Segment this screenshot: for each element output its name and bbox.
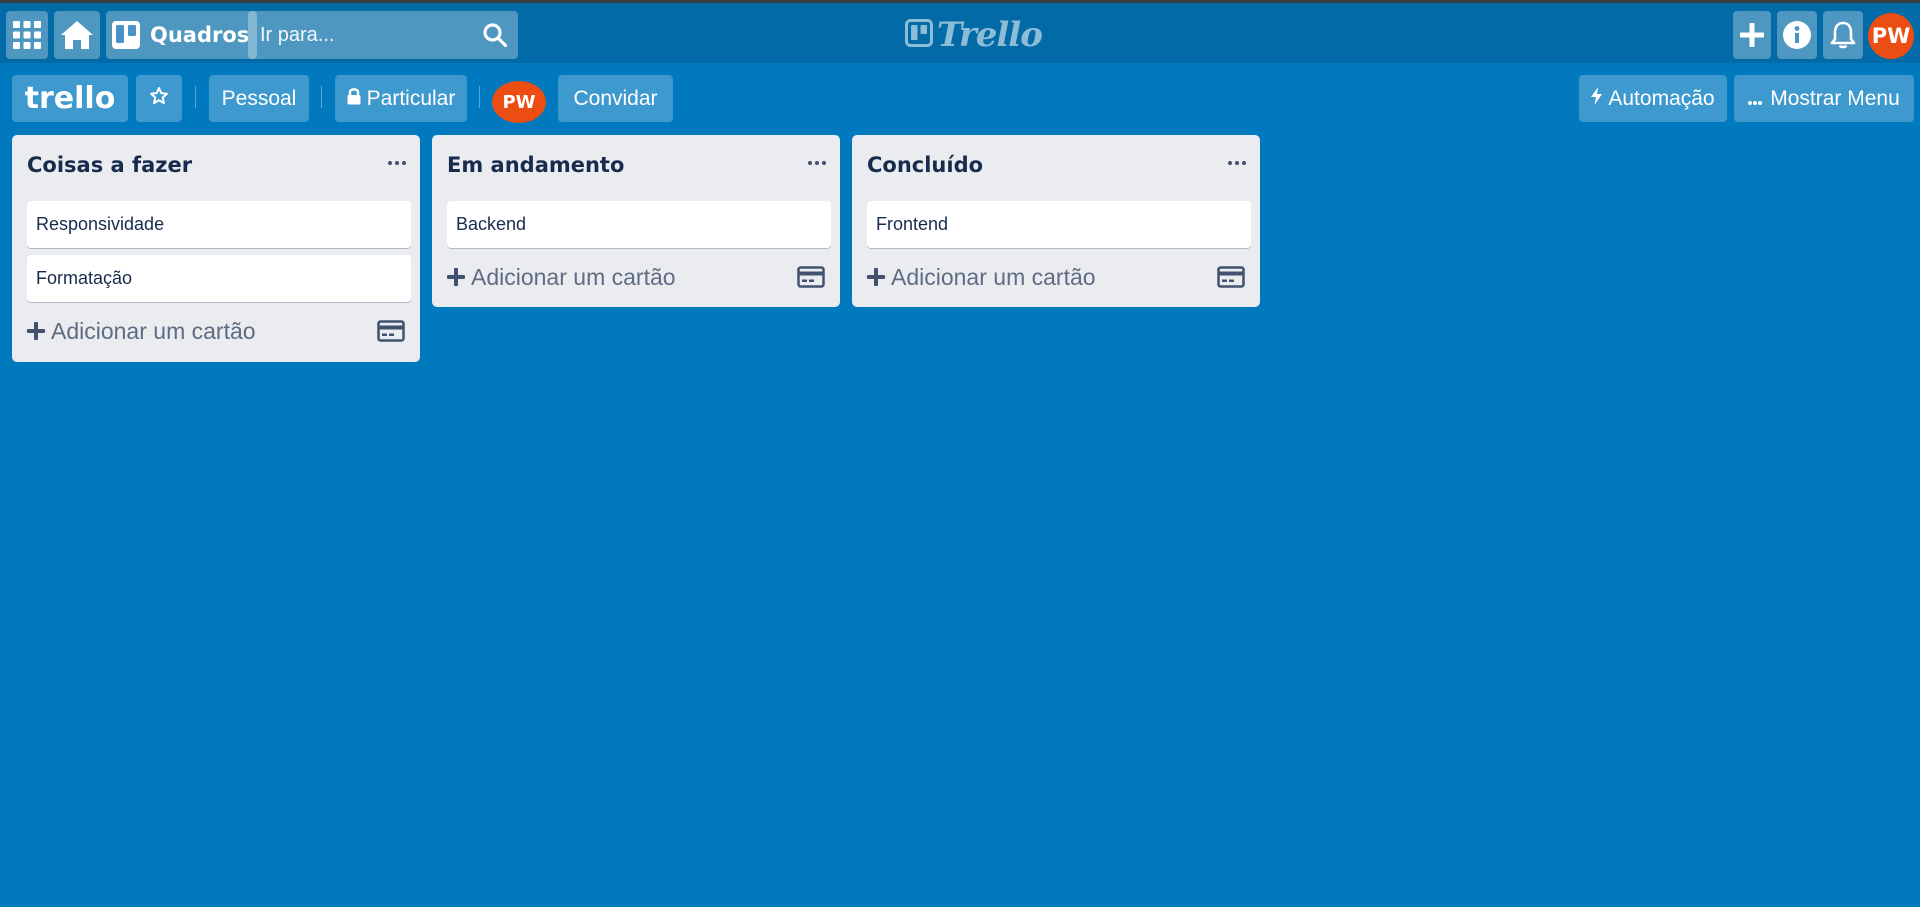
trello-logo-text: Trello: [937, 15, 1043, 55]
list-menu-button[interactable]: [1228, 161, 1246, 165]
plus-icon: [1739, 22, 1765, 48]
team-button[interactable]: Pessoal: [209, 75, 309, 122]
boards-icon: [112, 21, 140, 49]
show-menu-button[interactable]: Mostrar Menu: [1734, 75, 1914, 122]
add-card-label: Adicionar um cartão: [51, 317, 256, 344]
header-divider: [321, 86, 322, 108]
card[interactable]: Backend: [447, 201, 831, 248]
boards-button[interactable]: Quadros: [106, 11, 258, 59]
home-icon: [60, 20, 94, 50]
list-coisas-a-fazer: Coisas a fazer Responsividade Formatação…: [12, 135, 420, 362]
search-box[interactable]: [248, 11, 518, 59]
visibility-button[interactable]: Particular: [335, 75, 467, 122]
home-button[interactable]: [54, 11, 100, 59]
show-menu-label: Mostrar Menu: [1770, 86, 1900, 110]
star-icon: [149, 86, 169, 112]
info-button[interactable]: [1777, 11, 1817, 59]
user-avatar[interactable]: PW: [1868, 13, 1914, 59]
card-template-icon[interactable]: [1217, 266, 1245, 294]
plus-icon: [447, 268, 465, 286]
trello-logo[interactable]: Trello: [905, 15, 1043, 55]
apps-grid-button[interactable]: [6, 11, 48, 59]
card[interactable]: Formatação: [27, 255, 411, 302]
bell-icon: [1828, 20, 1858, 50]
lightning-icon: [1591, 86, 1603, 111]
header-divider: [479, 86, 480, 108]
list-title[interactable]: Coisas a fazer: [27, 153, 192, 177]
plus-icon: [867, 268, 885, 286]
add-card-button[interactable]: Adicionar um cartão: [27, 311, 411, 351]
board-title[interactable]: trello: [12, 75, 128, 122]
member-avatar[interactable]: PW: [492, 81, 546, 123]
apps-grid-icon: [12, 20, 42, 50]
notifications-button[interactable]: [1823, 11, 1863, 59]
add-card-button[interactable]: Adicionar um cartão: [447, 257, 831, 297]
plus-icon: [27, 322, 45, 340]
list-title[interactable]: Em andamento: [447, 153, 624, 177]
automation-label: Automação: [1608, 86, 1715, 110]
card[interactable]: Responsividade: [27, 201, 411, 248]
info-icon: [1782, 20, 1812, 50]
visibility-label: Particular: [366, 86, 456, 110]
card[interactable]: Frontend: [867, 201, 1251, 248]
boards-label: Quadros: [150, 23, 250, 47]
add-card-label: Adicionar um cartão: [471, 263, 676, 290]
list-menu-button[interactable]: [388, 161, 406, 165]
add-card-label: Adicionar um cartão: [891, 263, 1096, 290]
list-em-andamento: Em andamento Backend Adicionar um cartão: [432, 135, 840, 307]
trello-logo-icon: [905, 18, 933, 52]
add-card-button[interactable]: Adicionar um cartão: [867, 257, 1251, 297]
card-template-icon[interactable]: [377, 320, 405, 348]
create-button[interactable]: [1733, 11, 1771, 59]
list-title[interactable]: Concluído: [867, 153, 983, 177]
header-divider: [195, 86, 196, 108]
list-concluido: Concluído Frontend Adicionar um cartão: [852, 135, 1260, 307]
star-button[interactable]: [136, 75, 182, 122]
search-input[interactable]: [248, 11, 468, 59]
invite-button[interactable]: Convidar: [558, 75, 673, 122]
list-menu-button[interactable]: [808, 161, 826, 165]
search-icon[interactable]: [482, 22, 508, 53]
card-template-icon[interactable]: [797, 266, 825, 294]
top-navbar: Quadros Trello: [0, 3, 1920, 63]
lock-icon: [347, 87, 361, 111]
more-dots-icon: [1748, 87, 1763, 111]
automation-button[interactable]: Automação: [1579, 75, 1727, 122]
